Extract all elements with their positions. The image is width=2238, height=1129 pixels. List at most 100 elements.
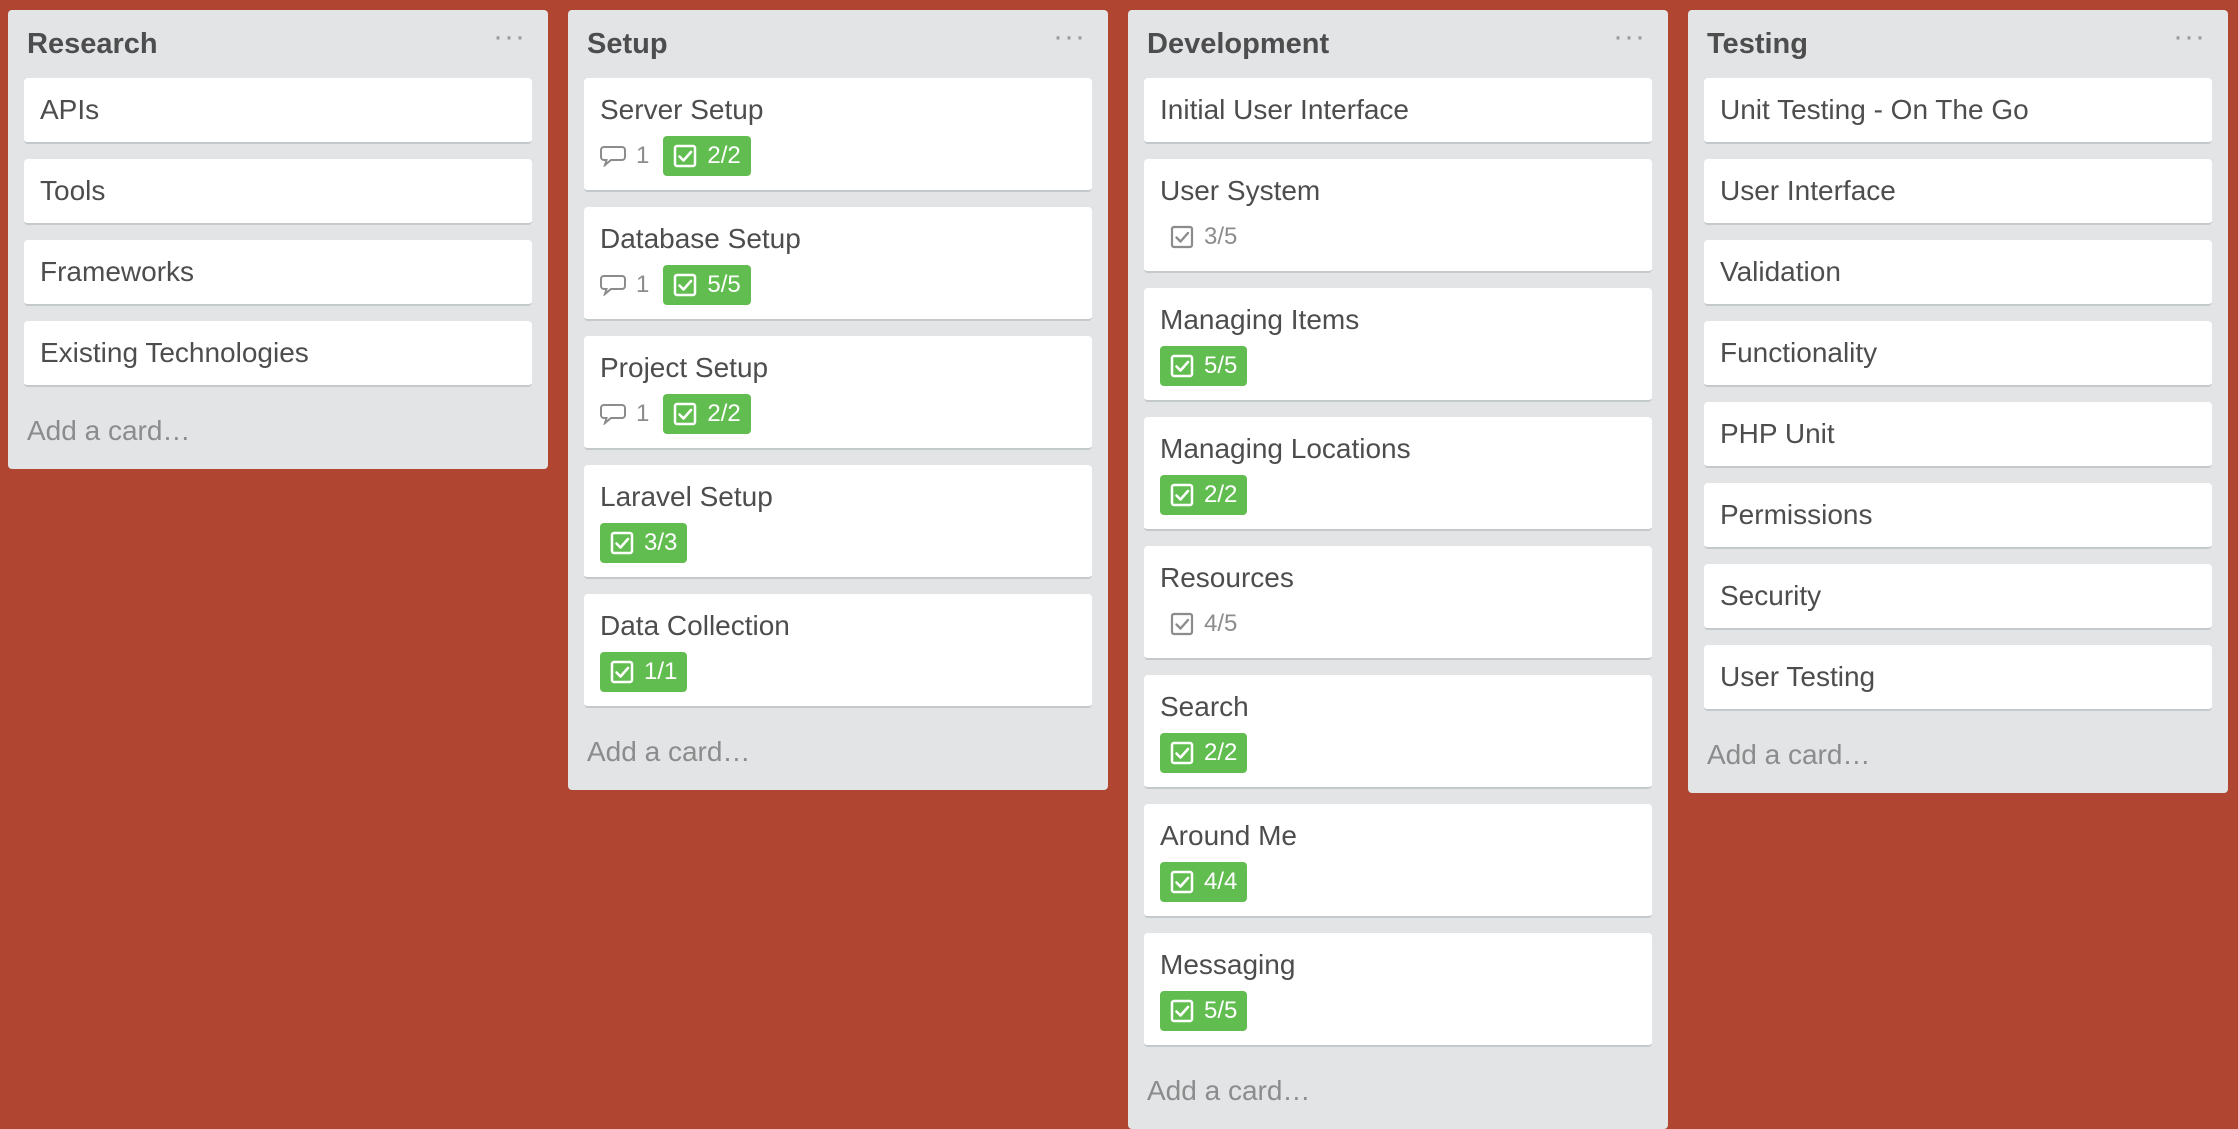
card[interactable]: Managing Items 5/5 [1144, 288, 1652, 402]
card-title: APIs [40, 94, 100, 125]
list-title[interactable]: Setup [587, 28, 668, 61]
card-badges: 1/1 [600, 652, 1076, 692]
more-icon[interactable]: ··· [1053, 22, 1086, 52]
list-testing: Testing ··· Unit Testing - On The Go User I… [1688, 10, 2228, 793]
checklist-count: 4/5 [1204, 610, 1238, 637]
card[interactable]: User Interface [1704, 159, 2212, 225]
card[interactable]: Project Setup 1 2/2 [584, 336, 1092, 450]
checklist-count: 2/2 [1204, 739, 1238, 766]
card[interactable]: Frameworks [24, 240, 532, 306]
list-header: Testing ··· [1704, 10, 2212, 78]
card-title: Tools [40, 175, 106, 206]
list-title[interactable]: Testing [1707, 28, 1808, 61]
comment-icon [600, 403, 626, 425]
more-icon[interactable]: ··· [1613, 22, 1646, 52]
checklist-icon [610, 660, 634, 684]
card-list: APIs Tools Frameworks Existing Technologies [24, 78, 532, 387]
checklist-count: 1/1 [644, 658, 678, 685]
checklist-badge: 2/2 [663, 136, 751, 176]
card[interactable]: PHP Unit [1704, 402, 2212, 468]
checklist-icon [1170, 354, 1194, 378]
card[interactable]: Search 2/2 [1144, 675, 1652, 789]
add-card-button[interactable]: Add a card… [1144, 1047, 1652, 1129]
checklist-icon [673, 273, 697, 297]
card[interactable]: Validation [1704, 240, 2212, 306]
comment-count: 1 [636, 142, 650, 169]
card[interactable]: Unit Testing - On The Go [1704, 78, 2212, 144]
list-title[interactable]: Research [27, 28, 158, 61]
list-title[interactable]: Development [1147, 28, 1329, 61]
card-badges: 1 5/5 [600, 265, 1076, 305]
card-badges: 1 2/2 [600, 394, 1076, 434]
checklist-icon [673, 144, 697, 168]
checklist-count: 2/2 [707, 400, 741, 427]
card-title: Laravel Setup [600, 481, 773, 512]
add-card-button[interactable]: Add a card… [584, 708, 1092, 790]
checklist-icon [1170, 612, 1194, 636]
checklist-count: 5/5 [707, 271, 741, 298]
card-title: Managing Items [1160, 304, 1360, 335]
card-title: Server Setup [600, 94, 764, 125]
card[interactable]: Security [1704, 564, 2212, 630]
more-icon[interactable]: ··· [2173, 22, 2206, 52]
card-list: Server Setup 1 2/2 Database Setup 1 5/5 Projec… [584, 78, 1092, 708]
card[interactable]: Existing Technologies [24, 321, 532, 387]
card-badges: 1 2/2 [600, 136, 1076, 176]
card[interactable]: Resources 4/5 [1144, 546, 1652, 660]
card-badges: 5/5 [1160, 991, 1636, 1031]
card[interactable]: Laravel Setup 3/3 [584, 465, 1092, 579]
card[interactable]: User Testing [1704, 645, 2212, 711]
card-list: Unit Testing - On The Go User Interface Va… [1704, 78, 2212, 711]
checklist-badge: 2/2 [1160, 475, 1248, 515]
card[interactable]: APIs [24, 78, 532, 144]
list-header: Development ··· [1144, 10, 1652, 78]
card[interactable]: Messaging 5/5 [1144, 933, 1652, 1047]
card[interactable]: Tools [24, 159, 532, 225]
add-card-button[interactable]: Add a card… [24, 387, 532, 469]
card-title: Validation [1720, 256, 1841, 287]
card-title: User System [1160, 175, 1321, 206]
card[interactable]: Functionality [1704, 321, 2212, 387]
card[interactable]: User System 3/5 [1144, 159, 1652, 273]
card[interactable]: Permissions [1704, 483, 2212, 549]
checklist-badge: 3/3 [600, 523, 688, 563]
checklist-icon [610, 531, 634, 555]
checklist-badge: 5/5 [663, 265, 751, 305]
checklist-badge: 5/5 [1160, 991, 1248, 1031]
card[interactable]: Data Collection 1/1 [584, 594, 1092, 708]
checklist-badge: 1/1 [600, 652, 688, 692]
card[interactable]: Around Me 4/4 [1144, 804, 1652, 918]
comment-icon [600, 274, 626, 296]
card-badges: 4/5 [1160, 604, 1636, 644]
comment-badge: 1 [600, 271, 649, 299]
checklist-icon [1170, 999, 1194, 1023]
card-badges: 3/5 [1160, 217, 1636, 257]
card[interactable]: Database Setup 1 5/5 [584, 207, 1092, 321]
checklist-icon [1170, 483, 1194, 507]
card-title: User Interface [1720, 175, 1896, 206]
card[interactable]: Managing Locations 2/2 [1144, 417, 1652, 531]
card-title: Data Collection [600, 610, 790, 641]
comment-badge: 1 [600, 400, 649, 428]
card-badges: 2/2 [1160, 733, 1636, 773]
card-badges: 2/2 [1160, 475, 1636, 515]
list-header: Setup ··· [584, 10, 1092, 78]
checklist-count: 5/5 [1204, 997, 1238, 1024]
add-card-button[interactable]: Add a card… [1704, 711, 2212, 793]
checklist-count: 3/3 [644, 529, 678, 556]
more-icon[interactable]: ··· [493, 22, 526, 52]
list-setup: Setup ··· Server Setup 1 2/2 Database Setup 1 5… [568, 10, 1108, 790]
list-research: Research ··· APIs Tools Frameworks Existing T… [8, 10, 548, 469]
card-title: Initial User Interface [1160, 94, 1409, 125]
checklist-count: 5/5 [1204, 352, 1238, 379]
checklist-count: 4/4 [1204, 868, 1238, 895]
card[interactable]: Server Setup 1 2/2 [584, 78, 1092, 192]
card-title: Security [1720, 580, 1822, 611]
comment-count: 1 [636, 271, 650, 298]
checklist-count: 2/2 [1204, 481, 1238, 508]
checklist-badge: 5/5 [1160, 346, 1248, 386]
card-title: Project Setup [600, 352, 769, 383]
checklist-badge: 4/5 [1160, 604, 1247, 644]
card[interactable]: Initial User Interface [1144, 78, 1652, 144]
card-title: Existing Technologies [40, 337, 309, 368]
